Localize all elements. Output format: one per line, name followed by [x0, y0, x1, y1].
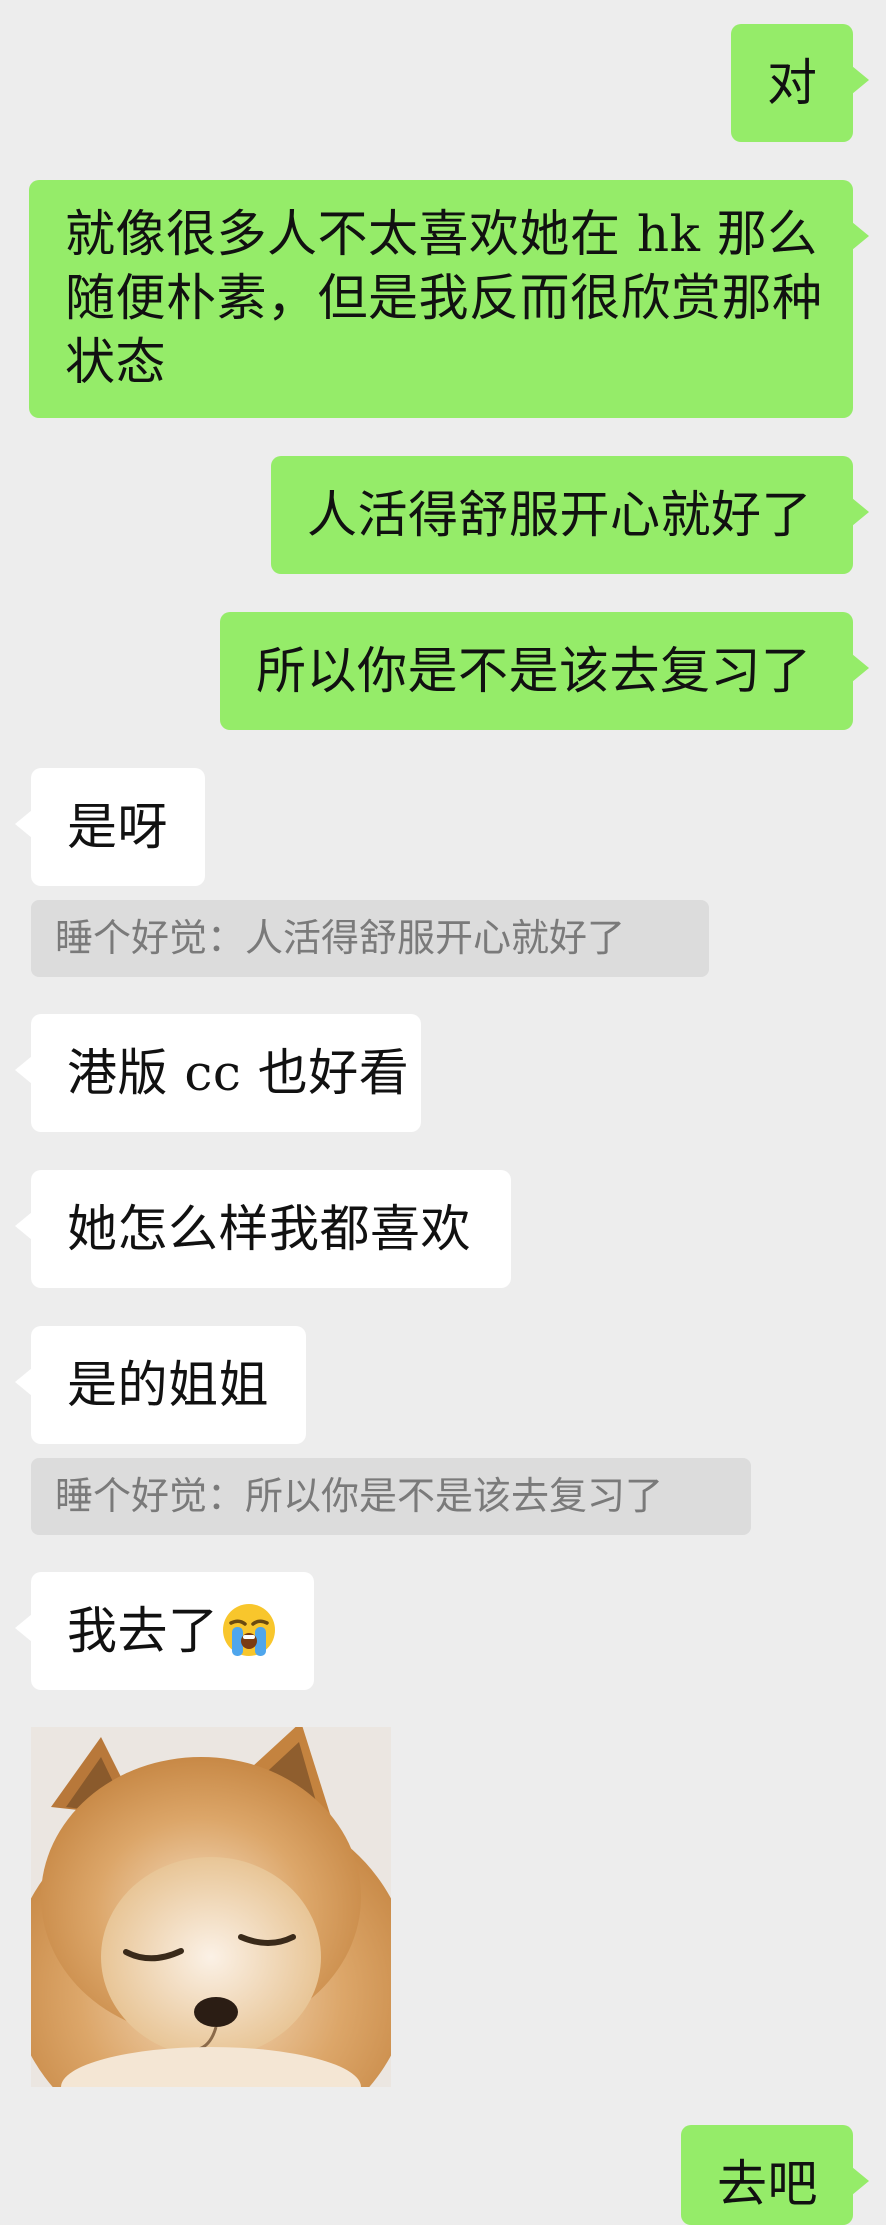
pomeranian-dog-sticker[interactable]: [31, 1727, 391, 2087]
their-message-bubble[interactable]: 是呀: [15, 768, 205, 886]
their-message-bubble[interactable]: 她怎么样我都喜欢: [15, 1170, 511, 1288]
quoted-reply-text: 睡个好觉：人活得舒服开心就好了: [55, 916, 626, 960]
message-text: 她怎么样我都喜欢: [67, 1200, 471, 1258]
message-text-line: 就像很多人不太喜欢她在 hk 那么: [65, 205, 818, 263]
my-message-bubble[interactable]: 去吧: [681, 2125, 869, 2225]
message-text: 去吧: [717, 2155, 818, 2213]
chat-message-list[interactable]: 对 就像很多人不太喜欢她在 hk 那么 随便朴素，但是我反而很欣赏那种 状态 人…: [0, 0, 886, 2225]
my-message-bubble[interactable]: 对: [731, 24, 869, 142]
message-text: 人活得舒服开心就好了: [307, 486, 812, 544]
my-message-bubble[interactable]: 所以你是不是该去复习了: [220, 612, 869, 730]
their-message-bubble[interactable]: 我去了: [15, 1572, 314, 1690]
message-text: 港版 cc 也好看: [67, 1044, 410, 1102]
quoted-reply[interactable]: 睡个好觉：人活得舒服开心就好了: [31, 900, 709, 977]
their-message-bubble[interactable]: 港版 cc 也好看: [15, 1014, 421, 1132]
message-text-line: 随便朴素，但是我反而很欣赏那种: [65, 269, 823, 327]
message-text: 所以你是不是该去复习了: [256, 642, 812, 700]
my-message-bubble[interactable]: 就像很多人不太喜欢她在 hk 那么 随便朴素，但是我反而很欣赏那种 状态: [29, 180, 869, 418]
loudly-crying-face-icon: [221, 1602, 277, 1658]
my-message-bubble[interactable]: 人活得舒服开心就好了: [271, 456, 869, 574]
message-text-line: 状态: [65, 333, 166, 391]
quoted-reply[interactable]: 睡个好觉：所以你是不是该去复习了: [31, 1458, 751, 1535]
message-text: 我去了: [67, 1599, 314, 1663]
quoted-reply-text: 睡个好觉：所以你是不是该去复习了: [55, 1474, 664, 1518]
message-text: 对: [767, 54, 818, 112]
message-text: 是的姐姐: [67, 1356, 269, 1414]
message-text-content: 我去了: [67, 1602, 219, 1660]
message-text: 是呀: [67, 798, 168, 856]
their-message-bubble[interactable]: 是的姐姐: [15, 1326, 306, 1444]
